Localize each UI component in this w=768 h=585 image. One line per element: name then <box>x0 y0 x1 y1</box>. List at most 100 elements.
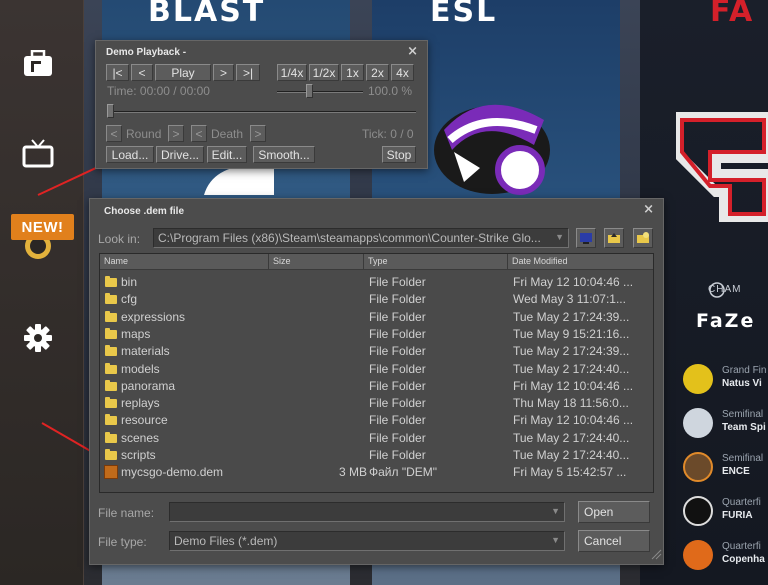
file-list-row[interactable]: replays File Folder Thu May 18 11:56:0... <box>100 395 653 412</box>
file-list-row[interactable]: resource File Folder Fri May 12 10:04:46 .… <box>100 412 653 429</box>
goto-start-button[interactable]: |< <box>106 64 129 81</box>
champion-team-name: FaZe <box>696 310 756 332</box>
match-item[interactable]: Grand Fin Natus Vi <box>722 364 766 390</box>
match-item[interactable]: Quarterfi FURIA <box>722 496 761 522</box>
death-label: Death <box>211 127 244 141</box>
trophy-icon <box>709 282 725 298</box>
close-icon[interactable]: × <box>643 202 654 217</box>
smooth-button[interactable]: Smooth... <box>253 146 315 163</box>
play-button[interactable] <box>18 44 58 84</box>
file-modified-cell: Tue May 9 15:21:16... <box>513 326 630 341</box>
speed-2x-button[interactable]: 2x <box>366 64 389 81</box>
file-list-row[interactable]: mycsgo-demo.dem 3 MB Файл "DEM" Fri May 5 1… <box>100 464 653 481</box>
speed-slider-track[interactable] <box>277 91 363 93</box>
file-list-row[interactable]: materials File Folder Tue May 2 17:24:39..… <box>100 343 653 360</box>
file-name-label: File name: <box>98 506 155 520</box>
edit-button[interactable]: Edit... <box>207 146 247 163</box>
column-header-type[interactable]: Type <box>364 254 508 270</box>
resize-grip-icon[interactable] <box>650 548 662 560</box>
stop-button[interactable]: Stop <box>382 146 416 163</box>
column-header-date-modified[interactable]: Date Modified <box>508 254 653 270</box>
step-back-button[interactable]: < <box>131 64 153 81</box>
speed-4x-button[interactable]: 4x <box>391 64 414 81</box>
new-folder-button[interactable] <box>633 228 653 248</box>
desktop-button[interactable] <box>576 228 596 248</box>
load-button[interactable]: Load... <box>106 146 154 163</box>
file-modified-cell: Fri May 12 10:04:46 ... <box>513 413 634 428</box>
column-header-size[interactable]: Size <box>269 254 364 270</box>
play-button[interactable]: Play <box>155 64 211 81</box>
death-next-button[interactable]: > <box>250 125 266 142</box>
file-type-cell: File Folder <box>369 326 426 341</box>
column-header-name[interactable]: Name <box>100 254 269 270</box>
file-list-row[interactable]: expressions File Folder Tue May 2 17:24:39… <box>100 309 653 326</box>
file-modified-cell: Fri May 12 10:04:46 ... <box>513 378 634 393</box>
speed-half-button[interactable]: 1/2x <box>309 64 339 81</box>
drive-button[interactable]: Drive... <box>156 146 204 163</box>
faze-clan-logo <box>676 112 768 222</box>
look-in-label: Look in: <box>98 232 141 246</box>
speed-slider-thumb[interactable] <box>306 84 313 98</box>
file-type-cell: Файл "DEM" <box>369 465 438 480</box>
folder-icon <box>105 397 117 409</box>
file-list[interactable]: Name Size Type Date Modified bin File Fol… <box>99 253 654 493</box>
file-list-row[interactable]: cfg File Folder Wed May 3 11:07:1... <box>100 291 653 308</box>
blast-logo: BLAST <box>148 0 266 29</box>
step-forward-button[interactable]: > <box>213 64 234 81</box>
tick-readout: Tick: 0 / 0 <box>362 127 414 141</box>
match-item[interactable]: Semifinal ENCE <box>722 452 763 478</box>
match-item[interactable]: Semifinal Team Spi <box>722 408 766 434</box>
file-list-row[interactable]: bin File Folder Fri May 12 10:04:46 ... <box>100 274 653 291</box>
file-name-cell: expressions <box>121 309 186 324</box>
speed-1x-button[interactable]: 1x <box>341 64 364 81</box>
up-folder-button[interactable] <box>604 228 624 248</box>
close-icon[interactable]: × <box>407 44 418 59</box>
file-type-select[interactable]: Demo Files (*.dem) ▼ <box>169 531 565 551</box>
file-list-row[interactable]: scripts File Folder Tue May 2 17:24:40... <box>100 447 653 464</box>
file-list-row[interactable]: panorama File Folder Fri May 12 10:04:46 .… <box>100 378 653 395</box>
demo-file-icon <box>104 465 118 480</box>
ence-logo-icon <box>683 452 713 482</box>
round-prev-button[interactable]: < <box>106 125 122 142</box>
cancel-button[interactable]: Cancel <box>578 530 650 552</box>
file-modified-cell: Thu May 18 11:56:0... <box>513 396 629 411</box>
folder-icon <box>105 293 117 305</box>
folder-icon <box>105 449 117 460</box>
team-spirit-logo-icon <box>683 408 713 438</box>
file-list-row[interactable]: maps File Folder Tue May 9 15:21:16... <box>100 326 653 343</box>
navi-logo-icon <box>683 364 713 394</box>
goto-end-button[interactable]: >| <box>236 64 260 81</box>
file-list-row[interactable]: scenes File Folder Tue May 2 17:24:40... <box>100 430 653 447</box>
file-name-cell: scenes <box>121 430 160 445</box>
file-name-cell: bin <box>121 275 138 289</box>
timeline-track[interactable] <box>107 111 416 113</box>
file-name-cell: panorama <box>121 378 176 393</box>
file-list-row[interactable]: models File Folder Tue May 2 17:24:40... <box>100 361 653 378</box>
round-next-button[interactable]: > <box>168 125 184 142</box>
settings-button[interactable] <box>18 318 58 358</box>
open-button[interactable]: Open <box>578 501 650 523</box>
file-name-cell: mycsgo-demo.dem <box>121 465 224 480</box>
look-in-combo[interactable]: C:\Program Files (x86)\Steam\steamapps\c… <box>153 228 569 248</box>
round-label: Round <box>126 127 162 141</box>
death-prev-button[interactable]: < <box>191 125 207 142</box>
speed-quarter-button[interactable]: 1/4x <box>277 64 307 81</box>
file-name-cell: scripts <box>121 448 156 462</box>
folder-icon <box>105 379 117 391</box>
file-modified-cell: Fri May 5 15:42:57 ... <box>513 465 627 480</box>
file-name-input[interactable]: ▼ <box>169 502 565 522</box>
timeline-thumb[interactable] <box>107 104 114 118</box>
folder-icon <box>105 310 117 322</box>
briefcase-icon <box>24 50 52 76</box>
match-item[interactable]: Quarterfi Copenha <box>722 540 765 566</box>
watch-button[interactable] <box>18 134 58 174</box>
file-name-cell: maps <box>121 326 151 341</box>
file-type-cell: File Folder <box>369 344 426 359</box>
file-name-cell: replays <box>121 396 160 411</box>
folder-icon <box>105 362 117 374</box>
new-folder-icon <box>637 232 649 243</box>
file-type-cell: File Folder <box>369 396 426 411</box>
chevron-down-icon: ▼ <box>551 535 560 545</box>
look-in-path: C:\Program Files (x86)\Steam\steamapps\c… <box>158 231 541 245</box>
folder-icon <box>105 276 117 287</box>
